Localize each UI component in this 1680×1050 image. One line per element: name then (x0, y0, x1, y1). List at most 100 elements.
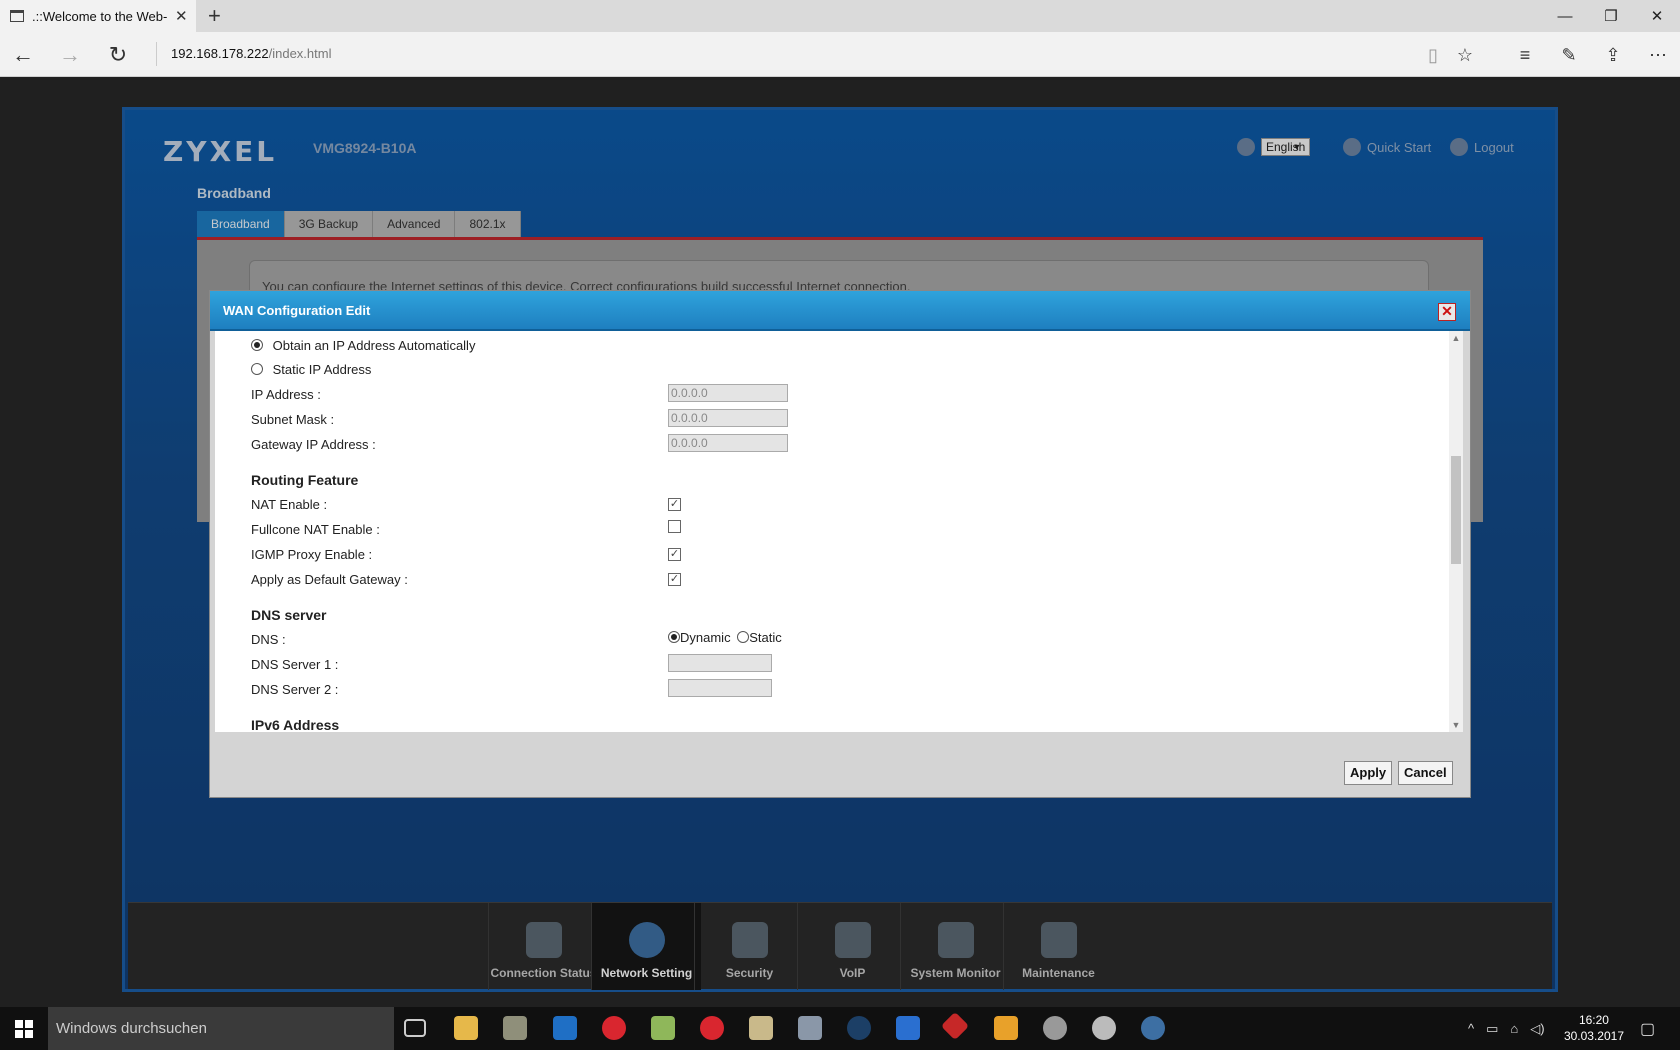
ip-auto-radio[interactable] (251, 339, 263, 351)
ip-address-label: IP Address : (251, 387, 321, 402)
gateway-row: 0.0.0.0 (668, 434, 788, 452)
browser-tab[interactable]: .::Welcome to the Web- ✕ (0, 0, 196, 32)
disc-icon[interactable] (1043, 1016, 1067, 1040)
file-explorer-icon[interactable] (454, 1016, 478, 1040)
igmp-label: IGMP Proxy Enable : (251, 547, 373, 562)
page-icon (10, 10, 24, 22)
subnet-label: Subnet Mask : (251, 412, 335, 427)
battery-icon[interactable]: ▭ (1486, 1021, 1498, 1037)
media-player-icon[interactable] (994, 1016, 1018, 1040)
dns-static-radio[interactable] (737, 631, 750, 643)
fullcone-row (668, 520, 681, 536)
fullcone-checkbox[interactable] (668, 520, 681, 533)
reading-view-icon[interactable]: ▯ (1420, 42, 1446, 68)
web-note-icon[interactable]: ✎ (1556, 42, 1582, 68)
gateway-label: Gateway IP Address : (251, 437, 376, 452)
routing-section-title: Routing Feature (251, 472, 359, 488)
app-icon[interactable] (1141, 1016, 1165, 1040)
opera-icon[interactable] (700, 1016, 724, 1040)
ip-address-row: 0.0.0.0 (668, 384, 788, 402)
close-tab-icon[interactable]: ✕ (175, 7, 188, 25)
windows-icon (15, 1019, 33, 1038)
subnet-row: 0.0.0.0 (668, 409, 788, 427)
volume-icon[interactable]: ◁) (1530, 1021, 1544, 1037)
fullcone-label: Fullcone NAT Enable : (251, 522, 380, 537)
steam-icon[interactable] (847, 1016, 871, 1040)
modal-title: WAN Configuration Edit (223, 303, 371, 318)
refresh-icon[interactable]: ↻ (103, 40, 133, 70)
app-icon[interactable] (503, 1016, 527, 1040)
nat-checkbox[interactable]: ✓ (668, 498, 681, 511)
dns-static-label: Static (749, 630, 782, 645)
dns1-label: DNS Server 1 : (251, 657, 339, 672)
default-gateway-checkbox[interactable]: ✓ (668, 573, 681, 586)
ip-auto-option[interactable]: Obtain an IP Address Automatically (251, 338, 475, 353)
clock[interactable]: 16:20 30.03.2017 (1564, 1012, 1624, 1044)
ip-static-radio[interactable] (251, 363, 263, 375)
subnet-input[interactable]: 0.0.0.0 (668, 409, 788, 427)
new-tab-button[interactable]: + (208, 3, 221, 29)
window-close-button[interactable]: ✕ (1634, 0, 1680, 32)
scroll-up-icon[interactable]: ▲ (1451, 333, 1461, 343)
clock-date: 30.03.2017 (1563, 1029, 1624, 1043)
git-icon[interactable] (940, 1011, 970, 1041)
edge-icon[interactable] (553, 1016, 577, 1040)
dns-mode-row: Dynamic Static (668, 630, 782, 645)
ip-auto-label: Obtain an IP Address Automatically (272, 338, 476, 353)
hub-icon[interactable]: ≡ (1512, 42, 1538, 68)
ipv6-section-title: IPv6 Address (251, 717, 340, 732)
wan-config-modal: WAN Configuration Edit ✕ Obtain an IP Ad… (209, 290, 1471, 798)
document-icon[interactable] (749, 1016, 773, 1040)
default-gateway-row: ✓ (668, 570, 681, 586)
url-host: 192.168.178.222 (171, 46, 269, 61)
chevron-up-icon[interactable]: ^ (1468, 1021, 1474, 1036)
system-tray: ^ ▭ ⌂ ◁) (1468, 1007, 1545, 1050)
tab-title: .::Welcome to the Web- (32, 8, 167, 24)
scroll-thumb[interactable] (1451, 456, 1461, 564)
dns2-label: DNS Server 2 : (251, 682, 339, 697)
opera-icon[interactable] (602, 1016, 626, 1040)
clock-time: 16:20 (1578, 1013, 1609, 1027)
modal-scrollbar[interactable]: ▲ ▼ (1449, 331, 1463, 732)
modal-header: WAN Configuration Edit ✕ (210, 291, 1470, 331)
back-icon[interactable]: ← (8, 40, 38, 70)
ip-address-input[interactable]: 0.0.0.0 (668, 384, 788, 402)
close-icon[interactable]: ✕ (1438, 303, 1456, 321)
minimize-button[interactable]: — (1542, 0, 1588, 32)
network-icon[interactable]: ⌂ (1510, 1021, 1518, 1036)
tool-icon[interactable] (896, 1016, 920, 1040)
dns-dynamic-radio[interactable] (668, 631, 680, 643)
start-button[interactable] (0, 1007, 48, 1050)
nat-row: ✓ (668, 495, 681, 511)
share-icon[interactable]: ⇪ (1600, 42, 1626, 68)
ip-static-option[interactable]: Static IP Address (251, 362, 371, 377)
dns1-row (668, 654, 772, 675)
cancel-button[interactable]: Cancel (1398, 761, 1453, 785)
dns-label: DNS : (251, 632, 286, 647)
dns2-input[interactable] (668, 679, 772, 697)
url-field[interactable]: 192.168.178.222/index.html (156, 42, 331, 66)
app-icon[interactable] (1092, 1016, 1116, 1040)
folder-icon[interactable] (651, 1016, 675, 1040)
dns2-row (668, 679, 772, 700)
taskbar-search[interactable]: Windows durchsuchen (48, 1007, 394, 1050)
task-view-icon[interactable] (404, 1019, 426, 1037)
dns-dynamic-label: Dynamic (680, 630, 731, 645)
browser-tab-bar: .::Welcome to the Web- ✕ + — ❐ ✕ (0, 0, 1680, 32)
more-icon[interactable]: ⋯ (1645, 42, 1671, 68)
address-bar: ← → ↻ 192.168.178.222/index.html ▯ ☆ ≡ ✎… (0, 32, 1680, 77)
igmp-checkbox[interactable]: ✓ (668, 548, 681, 561)
notification-icon[interactable]: ▢ (1640, 1007, 1655, 1050)
apply-button[interactable]: Apply (1344, 761, 1393, 785)
scroll-down-icon[interactable]: ▼ (1451, 720, 1461, 730)
igmp-row: ✓ (668, 545, 681, 561)
modal-body[interactable]: Obtain an IP Address Automatically Stati… (215, 331, 1463, 732)
restore-button[interactable]: ❐ (1588, 0, 1634, 32)
nat-label: NAT Enable : (251, 497, 328, 512)
dns1-input[interactable] (668, 654, 772, 672)
remote-desktop-icon[interactable] (798, 1016, 822, 1040)
favorite-star-icon[interactable]: ☆ (1452, 42, 1478, 68)
gateway-input[interactable]: 0.0.0.0 (668, 434, 788, 452)
taskbar: Windows durchsuchen ^ ▭ ⌂ ◁) 16:20 30.03… (0, 1007, 1680, 1050)
forward-icon[interactable]: → (55, 40, 85, 70)
